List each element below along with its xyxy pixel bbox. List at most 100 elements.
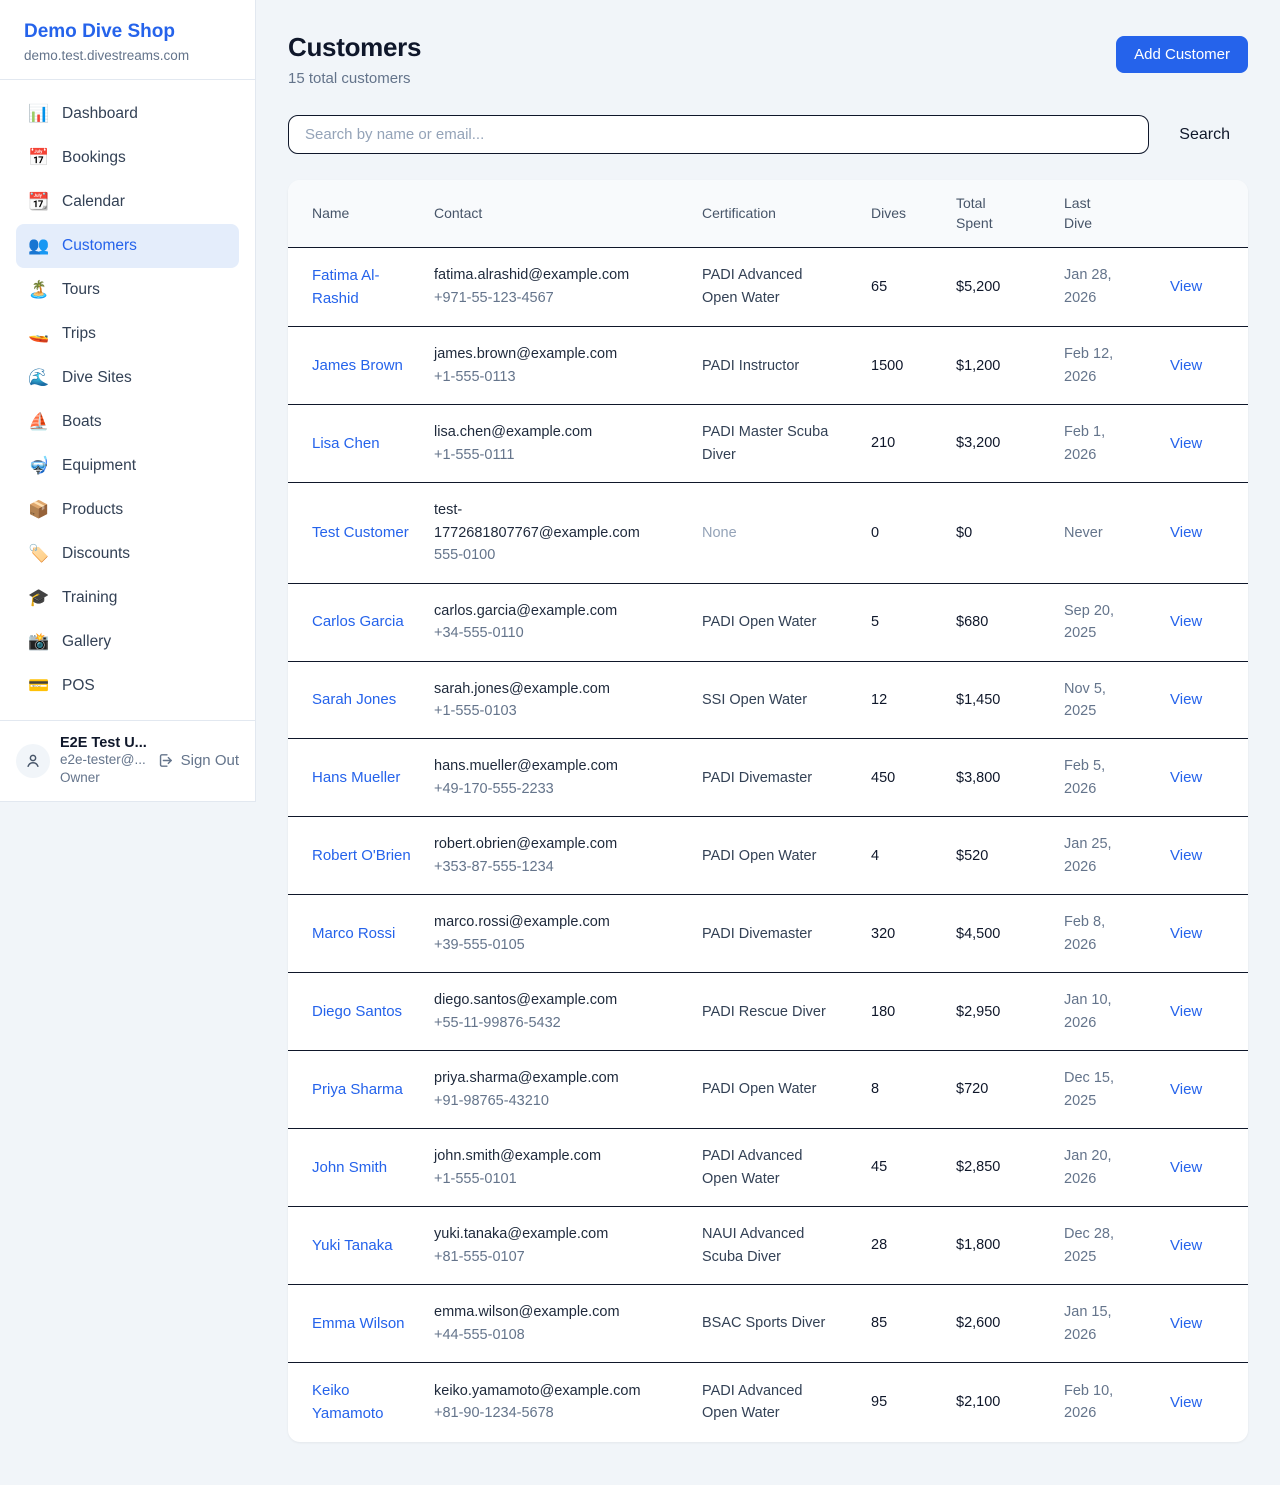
customer-last-dive: Feb 5, 2026	[1064, 755, 1138, 800]
customer-name-link[interactable]: Sarah Jones	[312, 688, 396, 711]
sidebar-item-tours[interactable]: 🏝️Tours	[16, 268, 239, 312]
customer-name-link[interactable]: Hans Mueller	[312, 766, 400, 789]
customer-dives: 65	[871, 276, 940, 298]
search-input[interactable]	[288, 115, 1149, 154]
customer-name-link[interactable]: Priya Sharma	[312, 1078, 403, 1101]
view-link[interactable]: View	[1170, 278, 1202, 295]
sidebar-item-dive-sites[interactable]: 🌊Dive Sites	[16, 356, 239, 400]
customer-certification: PADI Open Water	[702, 611, 840, 633]
sidebar-item-label: Equipment	[62, 457, 136, 475]
cell-name: Diego Santos	[288, 973, 434, 1051]
sidebar-item-trips[interactable]: 🚤Trips	[16, 312, 239, 356]
sidebar-item-bookings[interactable]: 📅Bookings	[16, 136, 239, 180]
customer-name-link[interactable]: John Smith	[312, 1156, 387, 1179]
cell-total-spent: $1,800	[956, 1207, 1064, 1285]
cell-last-dive: Jan 20, 2026	[1064, 1129, 1170, 1207]
view-link[interactable]: View	[1170, 1394, 1202, 1411]
customer-email: lisa.chen@example.com	[434, 421, 666, 443]
customer-name-link[interactable]: Keiko Yamamoto	[312, 1379, 418, 1426]
customer-last-dive: Feb 12, 2026	[1064, 343, 1138, 388]
sidebar-item-equipment[interactable]: 🤿Equipment	[16, 444, 239, 488]
cell-contact: lisa.chen@example.com+1-555-0111	[434, 405, 702, 483]
view-link[interactable]: View	[1170, 925, 1202, 942]
customer-phone: +1-555-0103	[434, 700, 686, 722]
customer-count: 15 total customers	[288, 70, 421, 87]
cell-contact: john.smith@example.com+1-555-0101	[434, 1129, 702, 1207]
view-link[interactable]: View	[1170, 613, 1202, 630]
customer-name-link[interactable]: Test Customer	[312, 521, 409, 544]
cell-last-dive: Never	[1064, 483, 1170, 583]
customer-name-link[interactable]: Fatima Al-Rashid	[312, 264, 418, 311]
cell-view: View	[1170, 973, 1248, 1051]
cell-view: View	[1170, 895, 1248, 973]
sidebar-nav: 📊Dashboard📅Bookings📆Calendar👥Customers🏝️…	[0, 80, 255, 720]
sidebar-item-customers[interactable]: 👥Customers	[16, 224, 239, 268]
sidebar-item-label: Dashboard	[62, 105, 138, 123]
customer-name-link[interactable]: James Brown	[312, 354, 403, 377]
search-button[interactable]: Search	[1179, 126, 1230, 144]
sidebar-item-boats[interactable]: ⛵Boats	[16, 400, 239, 444]
cell-certification: PADI Advanced Open Water	[702, 247, 871, 327]
customer-certification: PADI Advanced Open Water	[702, 1145, 840, 1190]
sidebar-item-gallery[interactable]: 📸Gallery	[16, 620, 239, 664]
table-row: Marco Rossi marco.rossi@example.com+39-55…	[288, 895, 1248, 973]
cell-total-spent: $520	[956, 817, 1064, 895]
cell-contact: marco.rossi@example.com+39-555-0105	[434, 895, 702, 973]
sidebar-item-pos[interactable]: 💳POS	[16, 664, 239, 708]
customer-dives: 180	[871, 1001, 940, 1023]
view-link[interactable]: View	[1170, 1003, 1202, 1020]
cell-total-spent: $5,200	[956, 247, 1064, 327]
cell-last-dive: Sep 20, 2025	[1064, 583, 1170, 661]
view-link[interactable]: View	[1170, 769, 1202, 786]
view-link[interactable]: View	[1170, 357, 1202, 374]
view-link[interactable]: View	[1170, 1237, 1202, 1254]
cell-certification: PADI Advanced Open Water	[702, 1129, 871, 1207]
cell-dives: 450	[871, 739, 956, 817]
customer-name-link[interactable]: Lisa Chen	[312, 432, 380, 455]
sidebar-item-label: Gallery	[62, 633, 111, 651]
view-link[interactable]: View	[1170, 1315, 1202, 1332]
cell-last-dive: Jan 15, 2026	[1064, 1285, 1170, 1363]
cell-certification: None	[702, 483, 871, 583]
customer-name-link[interactable]: Marco Rossi	[312, 922, 395, 945]
view-link[interactable]: View	[1170, 1159, 1202, 1176]
customer-last-dive: Jan 28, 2026	[1064, 264, 1138, 309]
view-link[interactable]: View	[1170, 1081, 1202, 1098]
sidebar-item-calendar[interactable]: 📆Calendar	[16, 180, 239, 224]
sidebar-item-dashboard[interactable]: 📊Dashboard	[16, 92, 239, 136]
sidebar-item-discounts[interactable]: 🏷️Discounts	[16, 532, 239, 576]
customer-name-link[interactable]: Carlos Garcia	[312, 610, 404, 633]
view-link[interactable]: View	[1170, 435, 1202, 452]
column-header-label: Dives	[871, 203, 940, 223]
add-customer-button[interactable]: Add Customer	[1116, 36, 1248, 73]
customer-name-link[interactable]: Diego Santos	[312, 1000, 402, 1023]
customer-last-dive: Feb 1, 2026	[1064, 421, 1138, 466]
customer-name-link[interactable]: Emma Wilson	[312, 1312, 405, 1335]
column-header-label: Certification	[702, 203, 855, 223]
view-link[interactable]: View	[1170, 691, 1202, 708]
sidebar-item-training[interactable]: 🎓Training	[16, 576, 239, 620]
customer-email: keiko.yamamoto@example.com	[434, 1380, 666, 1402]
cell-last-dive: Jan 28, 2026	[1064, 247, 1170, 327]
customer-name-link[interactable]: Robert O'Brien	[312, 844, 411, 867]
user-info: E2E Test U... e2e-tester@... Owner	[60, 735, 145, 787]
customer-phone: +1-555-0101	[434, 1168, 686, 1190]
sidebar-item-products[interactable]: 📦Products	[16, 488, 239, 532]
view-link[interactable]: View	[1170, 847, 1202, 864]
cell-contact: keiko.yamamoto@example.com+81-90-1234-56…	[434, 1362, 702, 1441]
sign-out-button[interactable]: Sign Out	[155, 752, 239, 769]
view-link[interactable]: View	[1170, 524, 1202, 541]
column-header-name: Name	[288, 180, 434, 247]
table-row: Emma Wilsonemma.wilson@example.com+44-55…	[288, 1285, 1248, 1363]
cell-dives: 180	[871, 973, 956, 1051]
table-row: Priya Sharmapriya.sharma@example.com+91-…	[288, 1051, 1248, 1129]
customer-name-link[interactable]: Yuki Tanaka	[312, 1234, 393, 1257]
cell-view: View	[1170, 405, 1248, 483]
customer-phone: +44-555-0108	[434, 1324, 686, 1346]
cell-certification: PADI Open Water	[702, 583, 871, 661]
table-head: NameContactCertificationDivesTotal Spent…	[288, 180, 1248, 247]
wave-icon: 🌊	[28, 369, 50, 386]
customer-certification: BSAC Sports Diver	[702, 1312, 840, 1334]
table-row: Yuki Tanakayuki.tanaka@example.com+81-55…	[288, 1207, 1248, 1285]
column-header-contact: Contact	[434, 180, 702, 247]
